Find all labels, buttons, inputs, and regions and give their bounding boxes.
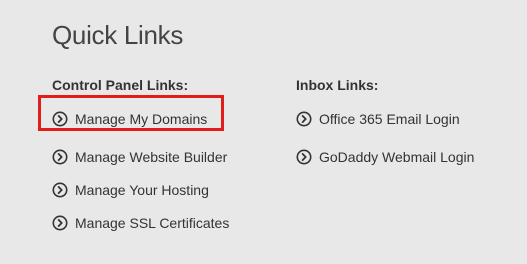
godaddy-webmail-login-link[interactable]: GoDaddy Webmail Login	[296, 140, 474, 173]
chevron-circle-right-icon	[296, 111, 312, 127]
link-label: Manage Website Builder	[75, 148, 228, 165]
manage-website-builder-link[interactable]: Manage Website Builder	[52, 140, 229, 173]
inbox-links-heading: Inbox Links:	[296, 77, 379, 93]
link-label: Manage SSL Certificates	[75, 214, 230, 231]
manage-ssl-certificates-link[interactable]: Manage SSL Certificates	[52, 206, 229, 239]
page-title: Quick Links	[52, 20, 184, 50]
highlight-box	[38, 95, 224, 131]
chevron-circle-right-icon	[52, 149, 68, 165]
control-panel-links-heading: Control Panel Links:	[52, 77, 189, 93]
link-label: Office 365 Email Login	[319, 111, 460, 127]
chevron-circle-right-icon	[52, 215, 68, 231]
inbox-links-section: Inbox Links: Office 365 Email Login GoDa…	[296, 77, 474, 173]
chevron-circle-right-icon	[52, 182, 68, 198]
chevron-circle-right-icon	[296, 149, 312, 165]
office-365-email-login-link[interactable]: Office 365 Email Login	[296, 107, 474, 131]
manage-your-hosting-link[interactable]: Manage Your Hosting	[52, 173, 229, 206]
inbox-link-list: Office 365 Email Login GoDaddy Webmail L…	[296, 107, 474, 173]
link-label: GoDaddy Webmail Login	[319, 148, 475, 165]
link-label: Manage Your Hosting	[75, 181, 209, 198]
